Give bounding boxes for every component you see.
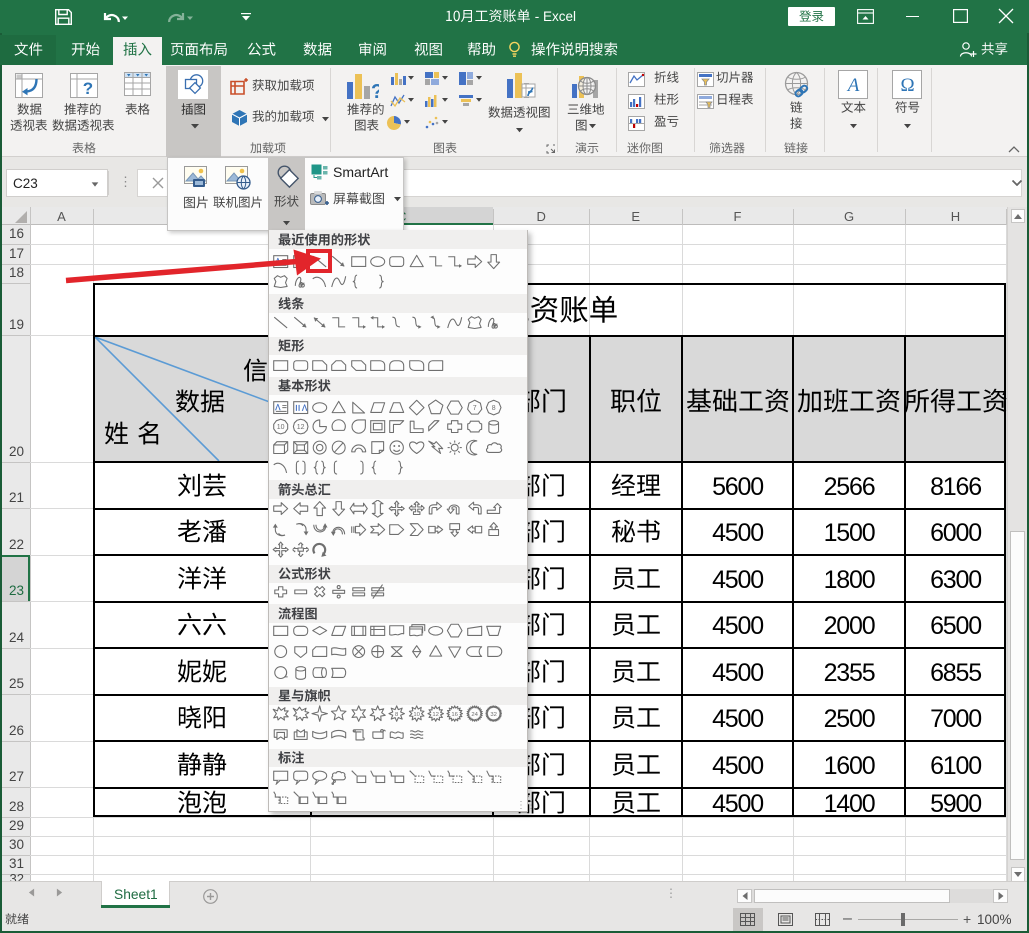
svg-text:A: A [846,75,860,94]
svg-text:16: 16 [452,712,459,718]
svg-text:7: 7 [473,405,477,412]
svg-text:8: 8 [492,405,496,412]
svg-text:12: 12 [297,424,305,431]
svg-text:?: ? [83,79,93,98]
svg-text:12: 12 [433,712,440,718]
svg-text:24: 24 [471,712,478,718]
svg-text:Ω: Ω [900,75,914,95]
svg-text:32: 32 [491,712,498,718]
svg-text:10: 10 [413,712,420,718]
svg-text:?: ? [371,81,379,102]
svg-text:10: 10 [277,424,285,431]
